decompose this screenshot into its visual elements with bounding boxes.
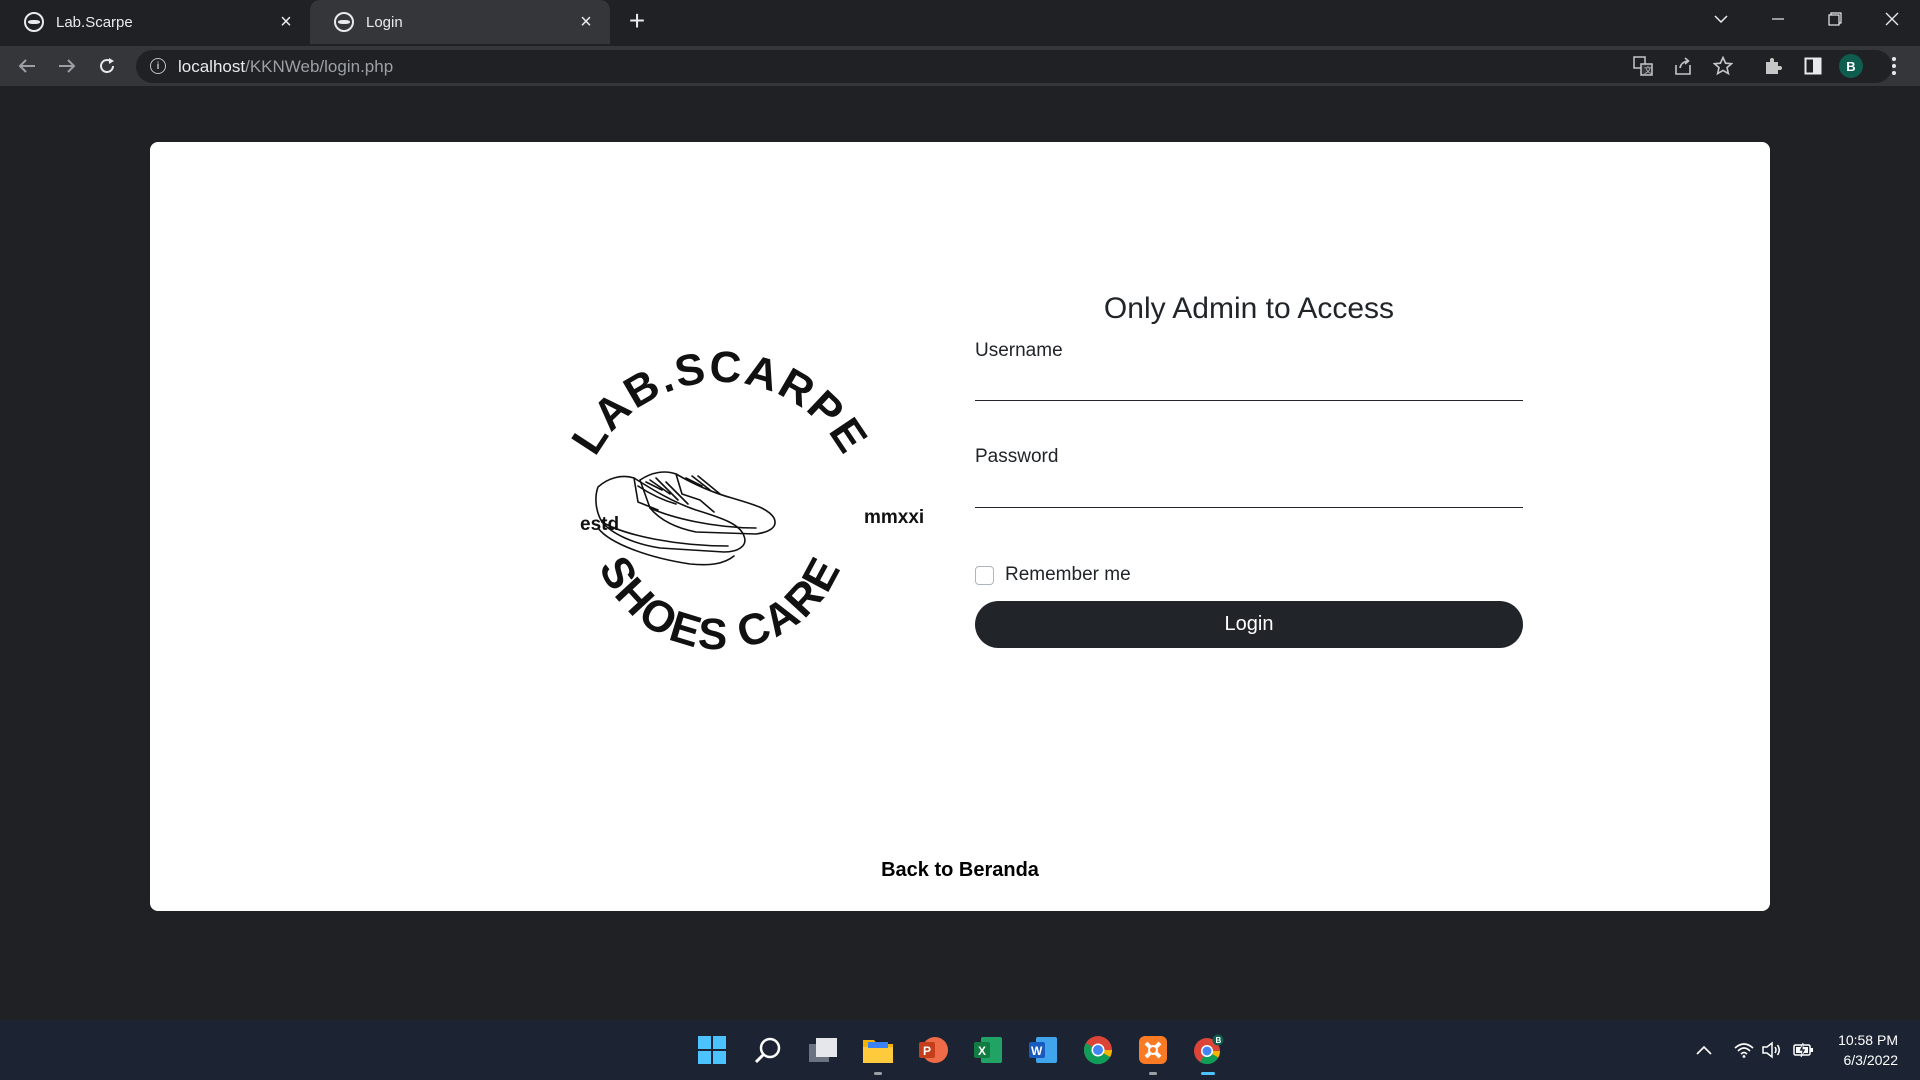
site-info-icon[interactable]: i — [150, 58, 166, 74]
taskbar-clock[interactable]: 10:58 PM 6/3/2022 — [1838, 1030, 1898, 1070]
new-tab-button[interactable]: + — [622, 5, 652, 36]
tab-lab-scarpe[interactable]: Lab.Scarpe × — [0, 0, 310, 44]
share-icon[interactable] — [1669, 52, 1697, 80]
remember-me-label: Remember me — [1005, 564, 1131, 585]
globe-icon — [334, 12, 354, 32]
back-to-home-link[interactable]: Back to Beranda — [150, 859, 1770, 882]
back-arrow-icon[interactable] — [13, 52, 41, 80]
reload-icon[interactable] — [93, 52, 121, 80]
logo-bottom-text: SHOES CARE — [589, 549, 848, 660]
login-card: LAB.SCARPE SHOES CARE estd mmxxi Only Ad… — [150, 142, 1770, 911]
login-button[interactable]: Login — [975, 601, 1523, 648]
tab-title: Login — [366, 13, 403, 31]
url-text: localhost/KKNWeb/login.php — [178, 57, 394, 76]
window-controls — [1692, 0, 1920, 38]
close-tab-icon[interactable]: × — [276, 11, 296, 33]
logo-top-text: LAB.SCARPE — [562, 342, 875, 462]
remember-me-checkbox[interactable] — [975, 565, 994, 585]
password-label: Password — [975, 446, 1059, 467]
word-icon[interactable]: W — [1025, 1032, 1061, 1068]
username-input[interactable] — [975, 365, 1523, 401]
sneaker-icon — [595, 471, 776, 566]
chrome-icon[interactable] — [1080, 1032, 1116, 1068]
clock-time: 10:58 PM — [1838, 1032, 1898, 1048]
running-indicator — [1149, 1072, 1157, 1075]
extensions-puzzle-icon[interactable] — [1759, 52, 1787, 80]
close-tab-icon[interactable]: × — [576, 11, 596, 33]
show-hidden-icons-chevron-icon[interactable] — [1696, 1020, 1712, 1080]
svg-text:W: W — [1031, 1044, 1043, 1058]
tab-title: Lab.Scarpe — [56, 13, 133, 31]
svg-text:B: B — [1216, 1036, 1222, 1045]
active-app-indicator — [1201, 1072, 1215, 1075]
xampp-icon[interactable] — [1135, 1032, 1171, 1075]
tab-strip: Lab.Scarpe × Login × + — [0, 0, 1920, 46]
tab-login[interactable]: Login × — [310, 0, 610, 44]
chrome-profile-icon[interactable]: B — [1190, 1032, 1226, 1075]
svg-text:文: 文 — [1644, 65, 1652, 75]
running-indicator — [874, 1072, 882, 1075]
svg-text:SHOES CARE: SHOES CARE — [589, 549, 850, 660]
windows-taskbar: P X W B 10:58 PM 6/3/2022 — [0, 1020, 1920, 1080]
volume-icon[interactable] — [1762, 1020, 1782, 1080]
search-icon[interactable] — [750, 1032, 786, 1068]
bookmark-star-icon[interactable] — [1709, 52, 1737, 80]
svg-text:P: P — [923, 1044, 931, 1058]
excel-icon[interactable]: X — [970, 1032, 1006, 1068]
menu-kebab-icon[interactable] — [1880, 52, 1908, 80]
restore-icon[interactable] — [1806, 0, 1863, 38]
close-window-icon[interactable] — [1863, 0, 1920, 38]
file-explorer-icon[interactable] — [860, 1032, 896, 1075]
profile-avatar[interactable]: B — [1839, 54, 1863, 78]
battery-charging-icon[interactable] — [1793, 1020, 1815, 1080]
clock-date: 6/3/2022 — [1843, 1052, 1899, 1068]
lab-scarpe-logo: LAB.SCARPE SHOES CARE estd mmxxi — [562, 342, 924, 660]
remember-me-row[interactable]: Remember me — [975, 564, 1131, 586]
username-label: Username — [975, 340, 1063, 361]
browser-toolbar: i localhost/KKNWeb/login.php 文 B — [0, 46, 1920, 86]
svg-text:LAB.SCARPE: LAB.SCARPE — [562, 342, 877, 462]
powerpoint-icon[interactable]: P — [915, 1032, 951, 1068]
svg-text:X: X — [978, 1044, 986, 1058]
password-input[interactable] — [975, 472, 1523, 508]
minimize-icon[interactable] — [1749, 0, 1806, 38]
windows-start-icon[interactable] — [694, 1032, 730, 1068]
translate-icon[interactable]: 文 — [1629, 52, 1657, 80]
forward-arrow-icon[interactable] — [53, 52, 81, 80]
task-view-icon[interactable] — [805, 1032, 841, 1068]
wifi-icon[interactable] — [1734, 1020, 1754, 1080]
tab-search-icon[interactable] — [1692, 0, 1749, 38]
form-title: Only Admin to Access — [1103, 292, 1395, 325]
logo-year-text: mmxxi — [864, 507, 924, 528]
globe-icon — [24, 12, 44, 32]
side-panel-icon[interactable] — [1799, 52, 1827, 80]
